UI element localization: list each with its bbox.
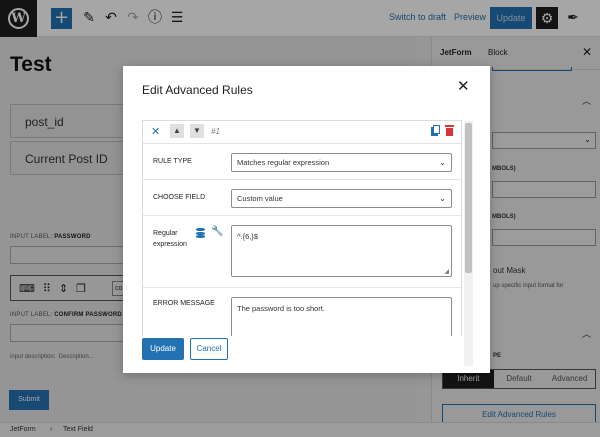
error-message-label: ERROR MESSAGE xyxy=(153,300,215,307)
chevron-down-icon: ⌄ xyxy=(439,194,446,203)
modal-close-icon[interactable]: ✕ xyxy=(457,78,470,96)
move-up-icon[interactable]: ▲ xyxy=(170,124,184,138)
rule-type-select[interactable]: Matches regular expression ⌄ xyxy=(231,153,452,172)
rule-type-row: RULE TYPE Matches regular expression ⌄ xyxy=(143,144,461,180)
database-icon[interactable] xyxy=(196,228,205,238)
modal-footer: Update Cancel xyxy=(142,336,462,373)
rule-card-header: ✕ ▲ ▼ #1 xyxy=(143,121,461,144)
chevron-down-icon: ⌄ xyxy=(439,158,446,167)
scrollbar-thumb[interactable] xyxy=(465,123,472,273)
modal-scrollbar[interactable] xyxy=(464,121,473,366)
delete-rule-icon[interactable] xyxy=(445,125,454,136)
rule-type-label: RULE TYPE xyxy=(153,158,192,165)
modal-title: Edit Advanced Rules xyxy=(142,83,253,97)
regular-expression-textarea[interactable]: ^.{6,}$ ◢ xyxy=(231,225,452,277)
rule-number: #1 xyxy=(211,127,220,136)
regular-expression-row: Regular expression 🔧 ^.{6,}$ ◢ xyxy=(143,216,461,288)
edit-advanced-rules-modal: Edit Advanced Rules ✕ ✕ ▲ ▼ #1 RULE TYPE… xyxy=(123,66,490,373)
choose-field-label: CHOOSE FIELD xyxy=(153,194,206,201)
regular-expression-label: Regular expression xyxy=(153,230,187,248)
choose-field-row: CHOOSE FIELD Custom value ⌄ xyxy=(143,180,461,216)
remove-rule-icon[interactable]: ✕ xyxy=(151,125,160,138)
resize-grip-icon[interactable]: ◢ xyxy=(444,268,449,275)
modal-update-button[interactable]: Update xyxy=(142,338,184,360)
wrench-icon[interactable]: 🔧 xyxy=(211,226,223,237)
move-down-icon[interactable]: ▼ xyxy=(190,124,204,138)
modal-cancel-button[interactable]: Cancel xyxy=(190,338,228,360)
choose-field-select[interactable]: Custom value ⌄ xyxy=(231,189,452,208)
duplicate-rule-icon[interactable] xyxy=(431,125,441,136)
